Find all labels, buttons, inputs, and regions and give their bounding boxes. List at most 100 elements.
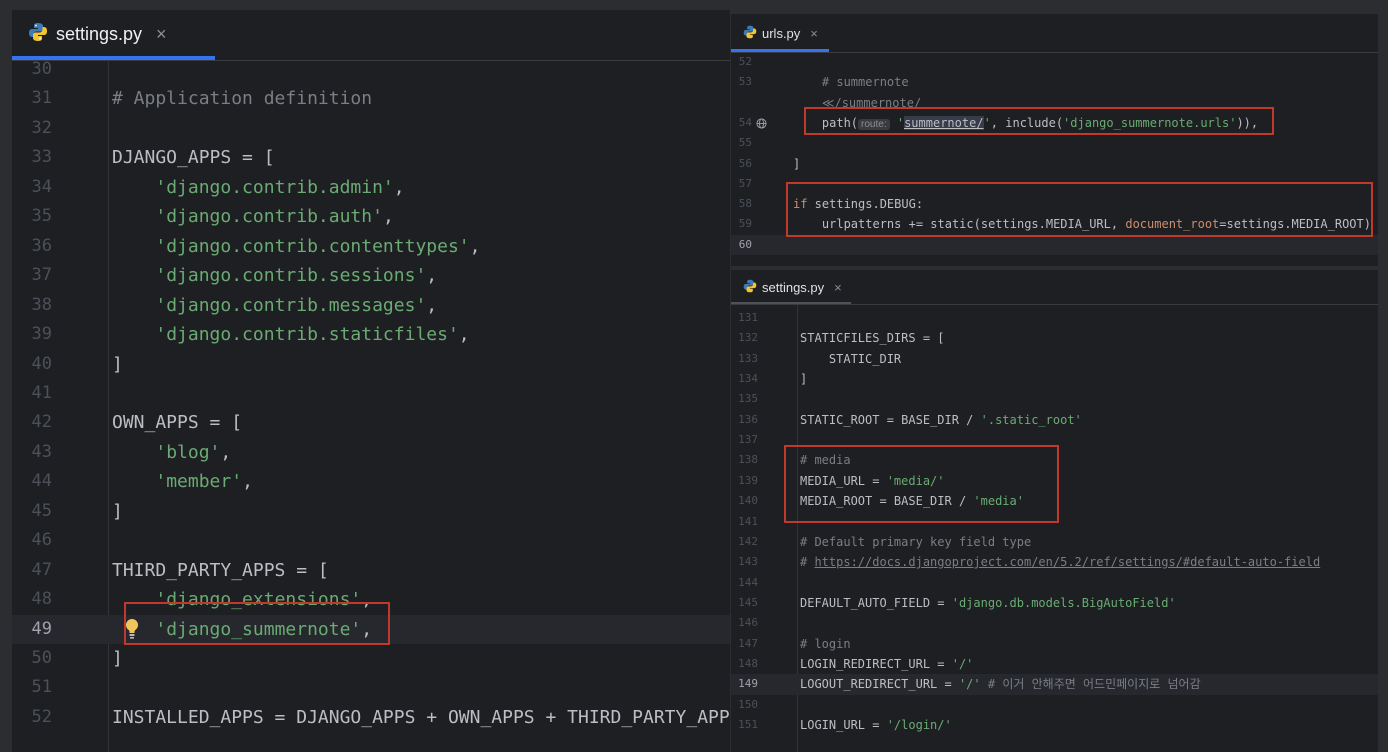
code-token: ,	[458, 324, 470, 346]
code-line[interactable]: 143 # https://docs.djangoproject.com/en/5…	[731, 552, 1378, 572]
globe-endpoint-icon[interactable]	[756, 113, 767, 133]
code-line[interactable]: 134]	[731, 369, 1378, 389]
code-line[interactable]: 32	[12, 114, 730, 143]
close-icon[interactable]: ×	[810, 26, 818, 41]
line-number: 131	[738, 311, 758, 324]
code-line[interactable]: 52	[731, 52, 1378, 72]
line-number: 48	[31, 589, 52, 610]
code-token: DJANGO_APPS = [	[112, 147, 275, 169]
code-token: 'blog'	[155, 441, 221, 463]
code-line[interactable]: 46	[12, 526, 730, 555]
tab-label: settings.py	[762, 279, 825, 295]
tab-settings-py-right[interactable]: settings.py ×	[743, 279, 842, 295]
code-token: ]	[800, 372, 808, 387]
code-line[interactable]: 45]	[12, 497, 730, 526]
line-number: 54	[738, 115, 752, 129]
code-line[interactable]: 44 'member',	[12, 467, 730, 496]
code-line[interactable]: 41	[12, 379, 730, 408]
close-icon[interactable]: ×	[834, 280, 842, 295]
line-number: 56	[738, 156, 752, 170]
code-line[interactable]: 52 INSTALLED_APPS = DJANGO_APPS + OWN_APP…	[12, 703, 730, 732]
python-file-icon	[28, 22, 48, 47]
code-token: #	[800, 555, 815, 570]
code-line[interactable]: 37 'django.contrib.sessions',	[12, 261, 730, 290]
code-line[interactable]: 142 # Default primary key field type	[731, 532, 1378, 552]
line-number: 149	[738, 677, 758, 691]
line-number: 51	[31, 677, 52, 698]
code-token: 'member'	[155, 471, 243, 493]
code-line[interactable]: 150	[731, 695, 1378, 715]
code-line[interactable]: 133 STATIC_DIR	[731, 349, 1378, 369]
code-line[interactable]: 149 LOGOUT_REDIRECT_URL = '/' # 이거 안해주면 어…	[731, 674, 1378, 695]
code-line[interactable]: 131	[731, 308, 1378, 328]
code-line[interactable]: 33 DJANGO_APPS = [	[12, 143, 730, 172]
code-line[interactable]: 31 # Application definition	[12, 84, 730, 113]
code-line[interactable]: 47 THIRD_PARTY_APPS = [	[12, 556, 730, 585]
code-line[interactable]: 145 DEFAULT_AUTO_FIELD = 'django.db.model…	[731, 593, 1378, 613]
code-text: # Application definition	[112, 84, 372, 113]
code-line[interactable]: 34 'django.contrib.admin',	[12, 173, 730, 202]
code-line[interactable]: 135	[731, 389, 1378, 409]
code-token: LOGOUT_REDIRECT_URL =	[800, 677, 959, 692]
code-token: '/login/'	[886, 718, 952, 732]
highlight-box-summernote-app	[124, 602, 390, 645]
code-line[interactable]: 38 'django.contrib.messages',	[12, 291, 730, 320]
code-line[interactable]: 51	[12, 673, 730, 702]
code-line[interactable]: 30	[12, 55, 730, 84]
left-tab-bar: settings.py ×	[12, 10, 730, 61]
code-line[interactable]: 42 OWN_APPS = [	[12, 408, 730, 437]
code-line[interactable]: 60	[731, 234, 1378, 255]
code-text: # summernote	[793, 72, 909, 92]
line-number: 59	[738, 217, 752, 231]
code-text: INSTALLED_APPS = DJANGO_APPS + OWN_APPS …	[112, 703, 730, 732]
code-line[interactable]: 136 STATIC_ROOT = BASE_DIR / '.static_roo…	[731, 410, 1378, 430]
code-token: ]	[112, 500, 123, 522]
code-token: # login	[800, 636, 851, 651]
code-line[interactable]: 147 # login	[731, 634, 1378, 654]
code-token: 'django.contrib.staticfiles'	[155, 324, 459, 346]
code-text: 'django.contrib.sessions',	[112, 261, 437, 290]
code-line[interactable]: 132 STATICFILES_DIRS = [	[731, 328, 1378, 348]
code-token: OWN_APPS = [	[112, 412, 243, 434]
code-line[interactable]: 35 'django.contrib.auth',	[12, 202, 730, 231]
line-number: 44	[31, 471, 52, 492]
code-line[interactable]: 50]	[12, 644, 730, 673]
python-file-icon	[743, 279, 757, 296]
code-line[interactable]: 53 # summernote	[731, 72, 1378, 92]
line-number: 32	[31, 117, 52, 138]
code-line[interactable]: 36 'django.contrib.contenttypes',	[12, 232, 730, 261]
line-number: 42	[31, 412, 52, 433]
code-line[interactable]: 55	[731, 133, 1378, 153]
code-line[interactable]: 56]	[731, 154, 1378, 174]
code-line[interactable]: 146	[731, 613, 1378, 633]
tab-settings-py-left[interactable]: settings.py ×	[28, 22, 167, 46]
code-line[interactable]: 39 'django.contrib.staticfiles',	[12, 320, 730, 349]
code-token: ]	[112, 353, 123, 375]
code-line[interactable]: 43 'blog',	[12, 438, 730, 467]
tab-label: urls.py	[762, 25, 801, 41]
code-line[interactable]: 40]	[12, 350, 730, 379]
urls-tab-bar: urls.py ×	[731, 14, 1378, 53]
code-line[interactable]: 148 LOGIN_REDIRECT_URL = '/'	[731, 654, 1378, 674]
code-text: 'blog',	[112, 438, 231, 467]
highlight-box-summernote-path	[804, 107, 1274, 135]
tab-urls-py[interactable]: urls.py ×	[743, 25, 818, 41]
code-text: ]	[112, 497, 123, 526]
line-number: 134	[738, 372, 758, 386]
code-token: ]	[112, 648, 123, 669]
line-number: 140	[738, 494, 758, 508]
code-text: 'django.contrib.auth',	[112, 202, 393, 231]
code-text: # https://docs.djangoproject.com/en/5.2/…	[800, 552, 1320, 572]
line-number: 39	[31, 324, 52, 345]
code-text: # Default primary key field type	[800, 532, 1031, 552]
close-icon[interactable]: ×	[156, 24, 167, 45]
line-number: 139	[738, 473, 758, 487]
code-token: LOGIN_URL =	[800, 718, 887, 732]
code-token: https://docs.djangoproject.com/en/5.2/re…	[814, 555, 1321, 570]
code-line[interactable]: 144	[731, 573, 1378, 593]
line-number: 137	[738, 433, 758, 447]
settings-code-area: 131 132 STATICFILES_DIRS = [133 STATIC_DIR…	[731, 306, 1378, 752]
left-code-area: 30 31 # Application definition 32 33 DJANGO_A…	[12, 59, 730, 752]
code-line[interactable]: 151 LOGIN_URL = '/login/'	[731, 715, 1378, 735]
